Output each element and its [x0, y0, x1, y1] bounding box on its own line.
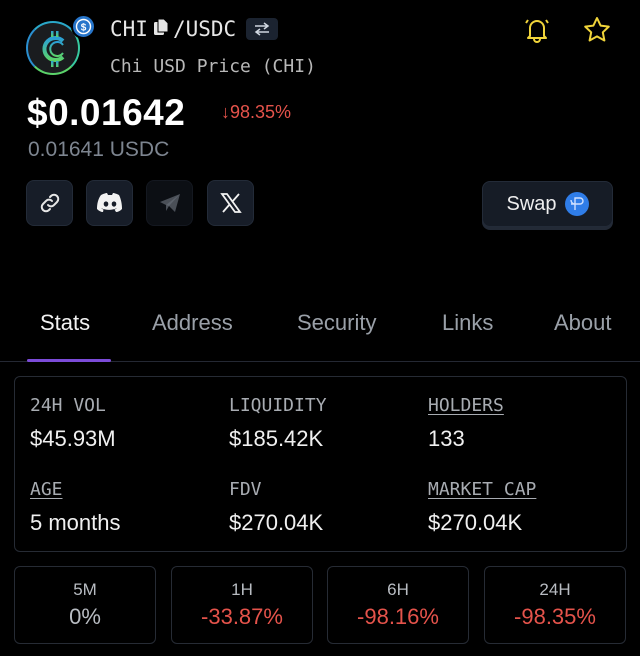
- tab-stats[interactable]: Stats: [40, 310, 90, 336]
- bell-icon: [525, 19, 549, 43]
- svg-text:$: $: [81, 22, 87, 33]
- price-change: ↓98.35%: [221, 102, 291, 123]
- quote-price: 0.01641 USDC: [28, 138, 170, 161]
- stat-fdv: FDV $270.04K: [229, 479, 323, 536]
- swap-button-label: Swap: [506, 192, 557, 215]
- stat-value: $270.04K: [229, 510, 324, 535]
- stat-label: 24H VOL: [30, 395, 106, 416]
- price-alert-button[interactable]: [521, 14, 553, 51]
- tab-about[interactable]: About: [554, 310, 612, 336]
- tab-links[interactable]: Links: [442, 310, 493, 336]
- active-tab-indicator: [27, 359, 111, 362]
- stat-value: 133: [428, 426, 465, 451]
- tab-bar: Stats Address Security Links About: [0, 300, 640, 362]
- price-change-value: 98.35%: [230, 102, 292, 122]
- x-icon: [219, 193, 242, 213]
- change-1h[interactable]: 1H -33.87%: [171, 566, 313, 644]
- telegram-button[interactable]: [146, 180, 193, 226]
- token-pair: CHI /USDC: [110, 17, 279, 41]
- favorite-button[interactable]: [581, 14, 613, 51]
- stat-liquidity: LIQUIDITY $185.42K: [229, 395, 327, 452]
- change-label: 24H: [539, 580, 571, 599]
- stat-label: FDV: [229, 479, 262, 500]
- quote-symbol: /USDC: [172, 17, 237, 41]
- stat-value: $45.93M: [30, 426, 116, 451]
- stat-value: $270.04K: [428, 510, 523, 535]
- change-value: -98.16%: [357, 604, 439, 629]
- change-value: -98.35%: [514, 604, 596, 629]
- discord-icon: [96, 193, 122, 212]
- tab-security[interactable]: Security: [297, 310, 376, 336]
- change-label: 5M: [73, 580, 97, 599]
- change-24h[interactable]: 24H -98.35%: [484, 566, 626, 644]
- change-5m[interactable]: 5M 0%: [14, 566, 156, 644]
- stat-value: 5 months: [30, 510, 121, 535]
- change-6h[interactable]: 6H -98.16%: [327, 566, 469, 644]
- stat-age: AGE 5 months: [30, 479, 121, 536]
- usdc-icon: $: [75, 18, 92, 35]
- change-value: -33.87%: [201, 604, 283, 629]
- change-label: 1H: [231, 580, 253, 599]
- stat-24h-volume: 24H VOL $45.93M: [30, 395, 116, 452]
- x-button[interactable]: [207, 180, 254, 226]
- stat-holders: HOLDERS 133: [428, 395, 504, 452]
- telegram-icon: [159, 194, 180, 212]
- chi-logo-icon: [42, 31, 65, 67]
- stat-label: LIQUIDITY: [229, 395, 327, 416]
- change-label: 6H: [387, 580, 409, 599]
- stat-market-cap: MARKET CAP $270.04K: [428, 479, 536, 536]
- swap-arrows-icon: [254, 22, 270, 36]
- copy-icon[interactable]: [153, 17, 169, 41]
- stat-label-link[interactable]: AGE: [30, 479, 121, 500]
- token-full-name: Chi USD Price (CHI): [110, 56, 316, 77]
- arrow-down-icon: ↓: [221, 102, 230, 122]
- change-value: 0%: [69, 604, 101, 629]
- swap-button[interactable]: Swap: [482, 181, 613, 227]
- token-price: $0.01642: [27, 92, 186, 133]
- token-symbol: CHI: [110, 17, 148, 41]
- usdc-badge: $: [71, 14, 96, 39]
- swap-provider-icon: [564, 192, 589, 216]
- switch-pair-button[interactable]: [246, 18, 279, 40]
- stats-panel: 24H VOL $45.93M LIQUIDITY $185.42K HOLDE…: [14, 376, 627, 552]
- stat-value: $185.42K: [229, 426, 324, 451]
- discord-button[interactable]: [86, 180, 133, 226]
- tab-address[interactable]: Address: [152, 310, 233, 336]
- star-icon: [584, 17, 610, 42]
- stat-label-link[interactable]: HOLDERS: [428, 395, 504, 416]
- stat-label-link[interactable]: MARKET CAP: [428, 479, 536, 500]
- website-link-button[interactable]: [26, 180, 73, 226]
- link-icon: [40, 193, 59, 213]
